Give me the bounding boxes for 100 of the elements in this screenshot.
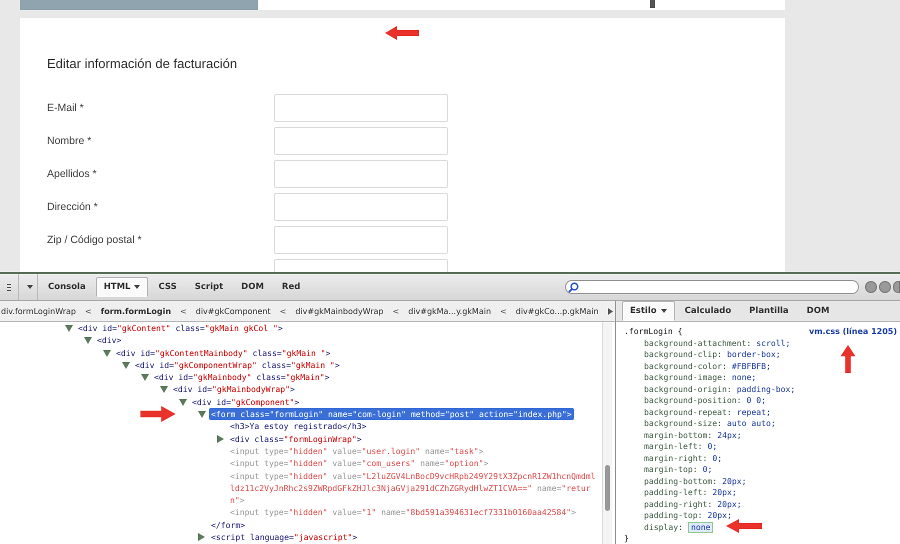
input-field[interactable] [274,126,448,154]
separator-text: < [500,306,507,316]
separator-text: < [280,306,286,316]
css-selector: .formLogin { [624,326,682,338]
css-property[interactable]: padding-top: [644,510,702,522]
code-line[interactable]: <div class="formLoginWrap"> [228,432,364,445]
closing-brace: } [624,533,630,544]
css-property[interactable]: background-origin: [644,384,732,395]
round-button[interactable] [893,281,900,293]
code-line[interactable]: <div> [95,334,124,347]
css-property[interactable]: margin-top: [644,464,698,476]
code-line[interactable]: <div id="gkContentMainbody" class="gkMain "> [114,346,332,359]
expander-icon[interactable] [84,337,92,344]
scrollbar[interactable] [602,322,612,544]
code-line[interactable]: <h3>Ya estoy registrado</h3> [228,420,368,433]
css-property[interactable]: background-clip: [644,349,722,360]
css-value[interactable]: padding-box; [736,384,796,395]
code-line[interactable]: <input type="hidden" value="com_users" name="option"> [228,457,490,470]
code-line[interactable]: <div id="gkContent" class="gkMain gkCol "> [76,322,285,334]
value-input[interactable]: none [688,522,714,533]
css-value[interactable]: 20px; [707,510,732,522]
css-value[interactable]: border-box; [726,349,781,360]
code-line[interactable]: <div id="gkMainbody" class="gkMain"> [152,371,332,384]
css-value[interactable]: repeat; [736,406,771,418]
css-value[interactable]: 0; [707,441,718,452]
panel-tab[interactable]: Plantilla [741,301,797,321]
css-value[interactable]: 20px; [712,487,737,498]
panel-tab[interactable]: DOM [798,301,838,321]
code-line[interactable]: <div id="gkComponent"> [190,396,302,408]
breadcrumb-link[interactable]: div#gkMa...y.gkMain [408,306,492,316]
input-field[interactable] [274,94,448,122]
panel-tab[interactable]: CSS [150,277,185,297]
css-property[interactable]: margin-bottom: [644,430,712,441]
expander-icon[interactable] [160,386,168,394]
css-value[interactable]: 0; [712,452,722,464]
code-line[interactable]: <div id="gkComponentWrap" class="gkMain "> [133,358,342,372]
search-field[interactable] [565,280,859,294]
arrow-icon [385,26,419,40]
breadcrumb-link[interactable]: div#gkMainbodyWrap [295,306,384,316]
css-property[interactable]: margin-left: [644,441,702,452]
input-field[interactable] [274,160,448,188]
css-value[interactable]: 0 0; [746,395,766,406]
css-value[interactable]: scroll; [756,338,790,349]
css-value[interactable]: 24px; [717,430,742,441]
expander-icon[interactable] [217,434,224,443]
field-label: Nombre * [47,134,92,146]
separator-text: < [392,306,400,316]
panel-tab[interactable]: Red [274,277,308,297]
expander-icon[interactable] [141,374,149,382]
code-line[interactable]: <div id="gkMainbodyWrap"> [171,383,297,396]
code-line[interactable]: <script language="javascript"> [209,531,360,544]
css-property[interactable]: background-color: [644,360,727,372]
breadcrumb-link[interactable]: div#gkCo...p.gkMain [516,306,599,316]
breadcrumb-link[interactable]: div.formLoginWrap [1,306,76,316]
arrow-icon [726,519,762,533]
field-label: Zip / Código postal * [47,234,143,246]
breadcrumb-link[interactable]: div#gkComponent [196,306,271,316]
css-property[interactable]: background-size: [644,418,722,430]
css-value[interactable]: none; [732,372,756,384]
input-field[interactable] [274,192,448,220]
expander-icon[interactable] [122,362,130,369]
css-property[interactable]: padding-right: [644,498,712,510]
css-property[interactable]: padding-bottom: [644,476,718,487]
scroll-right-icon[interactable] [608,308,613,314]
field-label: Apellidos * [47,168,98,180]
css-value[interactable]: 0; [702,464,712,476]
arrow-icon [138,406,178,422]
panel-tab[interactable]: Calculado [676,301,740,321]
search-icon [568,282,579,292]
panel-tab[interactable]: Estilo [622,301,675,321]
expander-icon[interactable] [65,325,73,332]
form-title: Editar información de facturación [47,56,238,71]
css-property[interactable]: background-attachment: [644,338,752,349]
source-link[interactable]: vm.css (línea 1205) [808,326,897,338]
expander-icon[interactable] [103,350,111,357]
expander-icon[interactable] [198,533,205,542]
css-property[interactable]: margin-right: [644,452,708,464]
css-value[interactable]: 20px; [722,476,746,487]
arrow-icon [840,345,856,373]
separator-text: < [85,306,92,316]
separator-text: < [180,306,187,316]
expander-icon[interactable] [179,398,187,406]
field-label: Dirección * [47,200,99,212]
code-line[interactable]: <input type="hidden" value="1" name="8bd591a394631ecf7331b0160aa42584"> [228,506,578,519]
css-property[interactable]: background-repeat: [644,406,732,418]
panel-tab[interactable]: DOM [233,277,272,297]
css-property[interactable]: display: [644,522,683,533]
code-line: </form> [210,518,246,532]
panel-tab[interactable]: HTML [96,277,148,297]
css-value[interactable]: 20px; [717,498,742,510]
css-value[interactable]: auto auto; [726,418,776,430]
input-field[interactable] [274,226,448,254]
css-property[interactable]: background-position: [644,395,742,406]
css-property[interactable]: padding-left: [644,487,708,498]
breadcrumb-link[interactable]: form.formLogin [100,306,172,316]
css-value[interactable]: #FBFBFB; [732,360,771,372]
code-line[interactable]: <input type="hidden" value="user.login" name="task"> [228,444,486,458]
css-property[interactable]: background-image: [644,372,727,384]
panel-tab[interactable]: Consola [40,277,94,297]
panel-tab[interactable]: Script [186,277,232,297]
